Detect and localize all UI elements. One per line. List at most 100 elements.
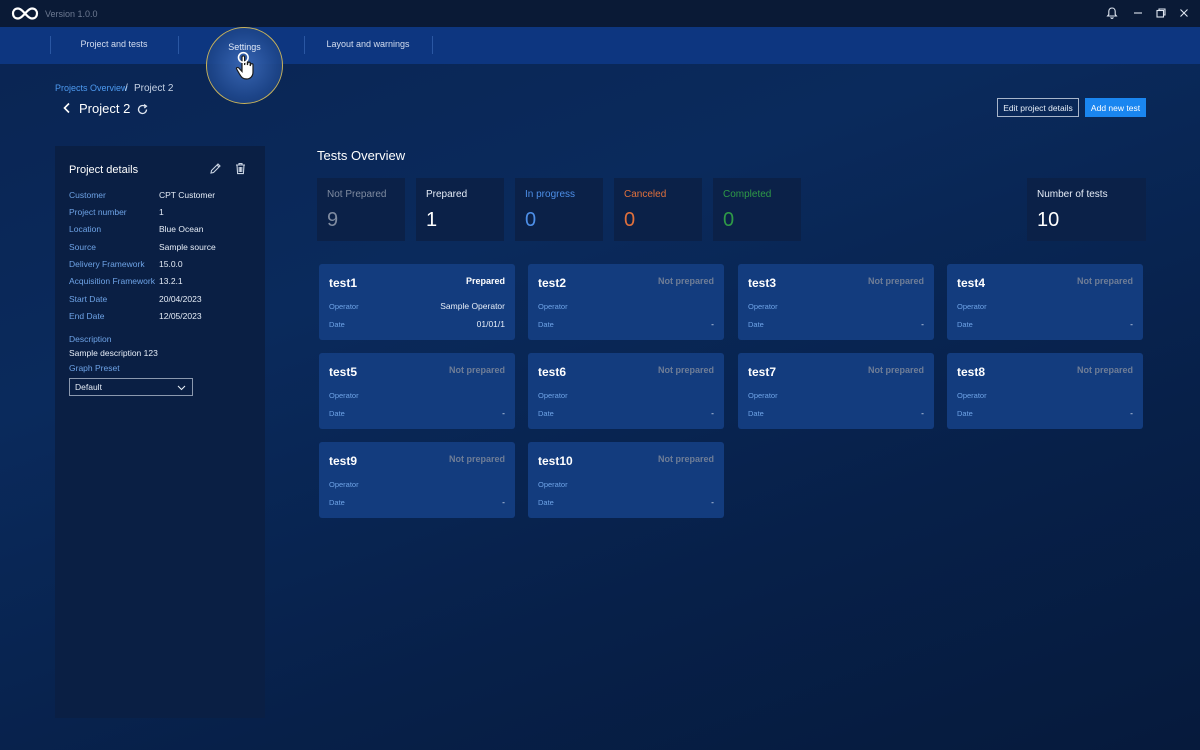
date-value: - [921,319,924,329]
page-title: Project 2 [79,101,131,116]
test-card[interactable]: test6 Not prepared Operator Date - [528,353,724,429]
graph-preset-select[interactable]: Default [69,378,193,396]
breadcrumb-separator: / [125,83,128,94]
date-value: - [711,497,714,507]
title-bar: Version 1.0.0 [0,0,1200,27]
test-card[interactable]: test7 Not prepared Operator Date - [738,353,934,429]
date-label: Date [329,498,345,507]
minimize-icon[interactable] [1131,6,1145,20]
detail-value: 20/04/2023 [159,294,202,304]
stat-value: 9 [327,209,339,231]
detail-row-delivery-framework: Delivery Framework 15.0.0 [69,259,259,271]
nav-divider [432,36,433,54]
detail-value: 13.2.1 [159,276,183,286]
detail-row-end-date: End Date 12/05/2023 [69,311,259,323]
test-status: Not prepared [867,365,924,375]
stat-value: 0 [525,209,537,231]
date-label: Date [538,409,554,418]
date-value: - [1130,408,1133,418]
detail-row-project-number: Project number 1 [69,207,259,219]
restore-icon[interactable] [1154,6,1168,20]
graph-preset-value: Default [75,382,102,392]
date-value: - [1130,319,1133,329]
description-label: Description [69,334,112,344]
test-card[interactable]: test10 Not prepared Operator Date - [528,442,724,518]
stat-completed: Completed 0 [713,178,801,241]
infinity-logo-icon [11,7,39,20]
date-label: Date [748,320,764,329]
test-card[interactable]: test1 Prepared Operator Sample Operator Date… [319,264,515,340]
test-name: test9 [329,454,358,468]
edit-project-details-button[interactable]: Edit project details [997,98,1079,117]
stat-value: 0 [624,209,636,231]
detail-row-customer: Customer CPT Customer [69,190,259,202]
stat-value: 10 [1037,209,1060,231]
detail-row-location: Location Blue Ocean [69,224,259,236]
test-name: test6 [538,365,567,379]
detail-key: Acquisition Framework [69,276,155,286]
detail-row-start-date: Start Date 20/04/2023 [69,294,259,306]
test-card[interactable]: test4 Not prepared Operator Date - [947,264,1143,340]
chevron-down-icon [177,385,186,391]
detail-row-source: Source Sample source [69,242,259,254]
detail-key: End Date [69,311,105,321]
stat-label: Canceled [624,189,667,200]
test-card[interactable]: test3 Not prepared Operator Date - [738,264,934,340]
detail-value: Blue Ocean [159,224,204,234]
date-label: Date [748,409,764,418]
project-details-panel: Project details Customer CPT Customer Pr… [55,146,265,718]
date-value: - [502,408,505,418]
bell-icon[interactable] [1105,6,1119,20]
test-name: test7 [748,365,777,379]
detail-key: Location [69,224,102,234]
operator-value: Sample Operator [440,301,505,311]
stat-prepared: Prepared 1 [416,178,504,241]
test-card[interactable]: test8 Not prepared Operator Date - [947,353,1143,429]
operator-label: Operator [748,391,778,400]
test-status: Not prepared [657,365,714,375]
test-status: Not prepared [1076,365,1133,375]
back-arrow-icon[interactable] [62,102,72,114]
tests-overview-title: Tests Overview [317,148,406,163]
detail-value: 15.0.0 [159,259,183,269]
stat-not-prepared: Not Prepared 9 [317,178,405,241]
test-name: test10 [538,454,573,468]
tab-project-and-tests[interactable]: Project and tests [50,39,178,49]
operator-label: Operator [329,302,359,311]
stat-label: Not Prepared [327,189,387,200]
date-label: Date [957,409,973,418]
app-version: Version 1.0.0 [45,9,98,19]
stat-number-of-tests: Number of tests 10 [1027,178,1146,241]
nav-divider [178,36,179,54]
operator-label: Operator [957,302,987,311]
stat-canceled: Canceled 0 [614,178,702,241]
close-icon[interactable] [1177,6,1191,20]
test-status: Not prepared [448,454,505,464]
pencil-icon[interactable] [209,162,222,175]
date-label: Date [329,409,345,418]
refresh-icon[interactable] [136,103,149,116]
graph-preset-label: Graph Preset [69,363,120,373]
operator-label: Operator [538,302,568,311]
trash-icon[interactable] [234,162,247,175]
test-status: Prepared [465,276,505,286]
date-value: - [711,319,714,329]
test-name: test8 [957,365,986,379]
test-card[interactable]: test9 Not prepared Operator Date - [319,442,515,518]
stat-value: 0 [723,209,735,231]
test-card[interactable]: test2 Not prepared Operator Date - [528,264,724,340]
operator-label: Operator [538,391,568,400]
test-status: Not prepared [1076,276,1133,286]
test-name: test1 [329,276,358,290]
date-value: - [711,408,714,418]
operator-label: Operator [538,480,568,489]
add-new-test-button[interactable]: Add new test [1085,98,1146,117]
stat-label: Prepared [426,189,468,200]
breadcrumb-projects-overview[interactable]: Projects Overview [55,83,128,93]
test-card[interactable]: test5 Not prepared Operator Date - [319,353,515,429]
test-status: Not prepared [657,276,714,286]
tab-layout-and-warnings[interactable]: Layout and warnings [304,39,432,49]
detail-key: Start Date [69,294,108,304]
detail-value: 1 [159,207,164,217]
date-label: Date [957,320,973,329]
